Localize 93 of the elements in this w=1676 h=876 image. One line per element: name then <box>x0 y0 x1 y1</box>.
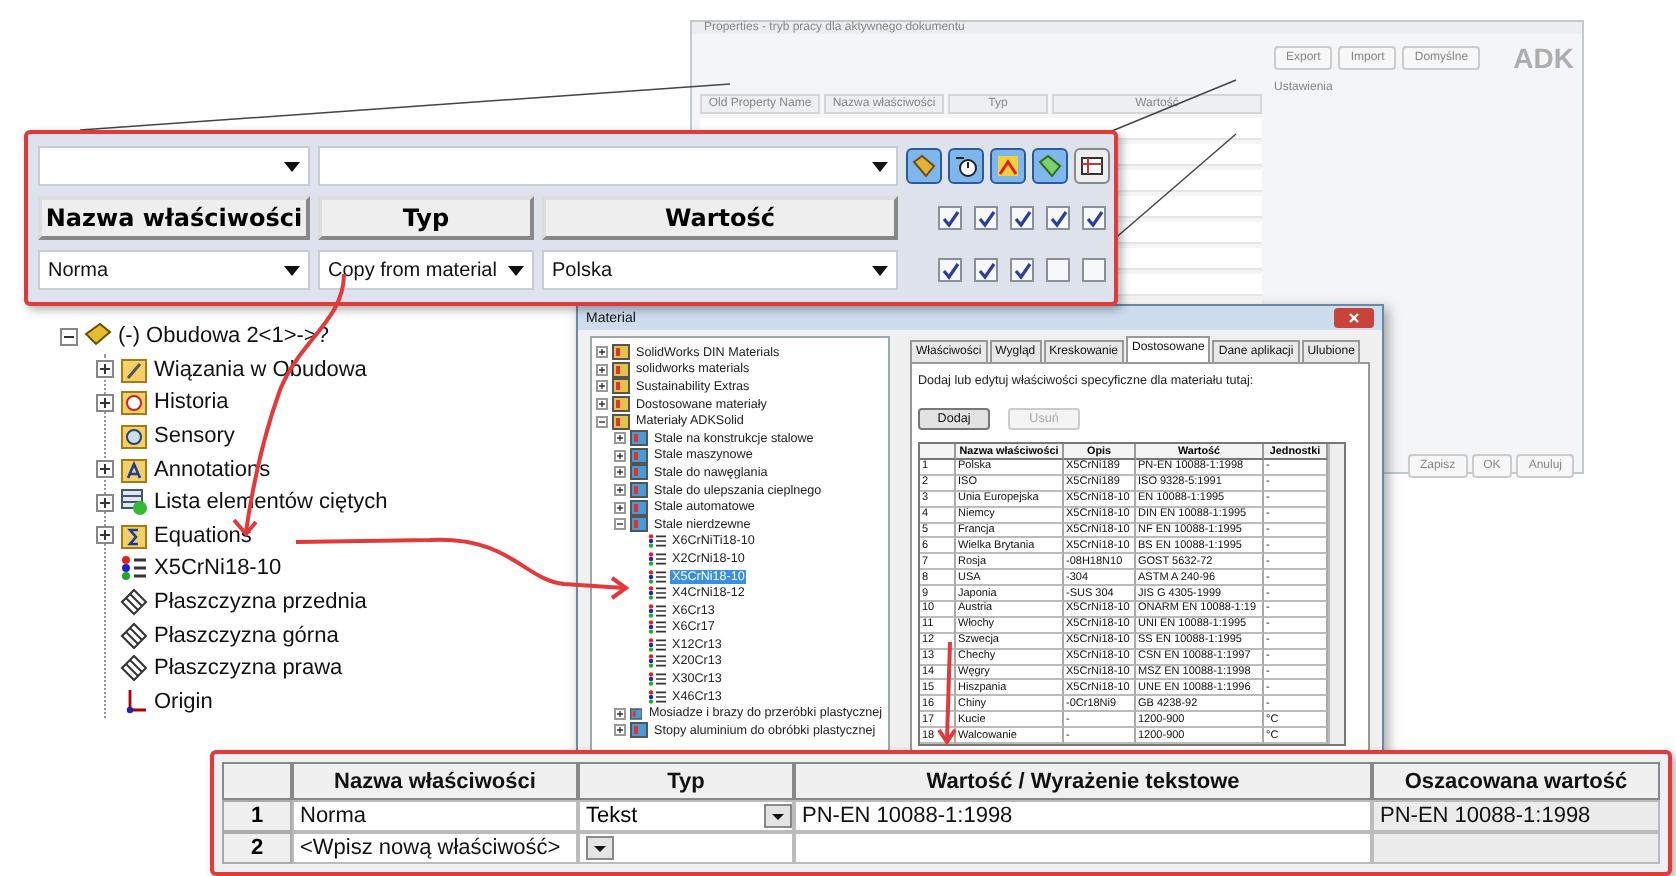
book-icon <box>630 499 648 516</box>
toolbar-button[interactable] <box>948 148 984 184</box>
book-icon <box>612 344 630 361</box>
expand-icon[interactable] <box>96 360 114 379</box>
checkbox[interactable] <box>938 258 962 282</box>
plane-icon <box>120 621 148 650</box>
gauge-folder-icon <box>120 422 148 451</box>
expand-icon[interactable] <box>596 346 608 359</box>
book-icon <box>612 378 630 395</box>
tag-icon <box>912 154 936 178</box>
book-icon <box>630 447 648 464</box>
expand-icon[interactable] <box>614 432 626 445</box>
expand-icon[interactable] <box>614 466 626 479</box>
value-dropdown[interactable]: Polska <box>542 250 898 290</box>
checkbox[interactable] <box>974 206 998 230</box>
checkbox[interactable] <box>1046 206 1070 230</box>
tree-item[interactable]: Equations <box>154 523 252 548</box>
checkbox[interactable] <box>974 258 998 282</box>
row-number: 2 <box>222 832 292 864</box>
expand-icon[interactable] <box>614 724 626 737</box>
arrow <box>937 641 957 746</box>
column-header: Wartość <box>542 196 898 240</box>
book-icon <box>630 722 648 739</box>
expand-icon[interactable] <box>596 363 608 376</box>
corner-cell <box>920 444 956 460</box>
tree-item[interactable]: Płaszczyzna przednia <box>154 590 367 615</box>
tree-item[interactable]: Płaszczyzna górna <box>154 623 339 648</box>
checkbox[interactable] <box>1010 258 1034 282</box>
checkbox[interactable] <box>1082 206 1106 230</box>
tree-item[interactable]: X5CrNi18-10 <box>154 556 282 581</box>
expand-icon[interactable] <box>596 380 608 393</box>
caret-icon <box>284 265 300 275</box>
sigma-folder-icon <box>120 521 148 550</box>
close-icon[interactable] <box>1334 308 1374 328</box>
book-icon <box>612 413 630 430</box>
expand-icon[interactable] <box>96 493 114 512</box>
new-property-field[interactable]: <Wpisz nową właściwość> <box>292 832 578 864</box>
expand-icon[interactable] <box>614 449 626 462</box>
dropdown-button[interactable] <box>586 836 614 860</box>
clock-icon <box>954 154 978 178</box>
checkbox[interactable] <box>1010 206 1034 230</box>
tree-item[interactable]: Sensory <box>154 424 235 449</box>
checkbox[interactable] <box>1082 258 1106 282</box>
material-icon <box>120 554 148 583</box>
paperclip-folder-icon <box>120 355 148 384</box>
row-number: 1 <box>222 800 292 832</box>
tree-item[interactable]: Płaszczyzna prawa <box>154 656 343 681</box>
plane-icon <box>120 588 148 617</box>
table-icon <box>1080 154 1104 178</box>
column-header: Nazwa właściwości <box>38 196 310 240</box>
logo: ADK <box>1513 42 1574 74</box>
expand-icon[interactable] <box>614 501 626 514</box>
column-header: Wartość / Wyrażenie tekstowe <box>794 762 1372 800</box>
dropdown-button[interactable] <box>764 804 792 828</box>
table-cell: PN-EN 10088-1:1998 <box>794 800 1372 832</box>
letter-folder-icon <box>120 455 148 484</box>
part-icon <box>84 322 112 351</box>
tree-item[interactable]: Origin <box>154 689 213 714</box>
expand-icon[interactable] <box>614 707 626 720</box>
expand-icon[interactable] <box>96 393 114 412</box>
type-dropdown[interactable]: Tekst <box>578 800 794 832</box>
column-header: Typ <box>318 196 534 240</box>
chart-icon <box>996 154 1020 178</box>
clock-folder-icon <box>120 388 148 417</box>
collapse-icon[interactable] <box>60 327 78 346</box>
plane-icon <box>120 654 148 683</box>
tree-item[interactable]: Historia <box>154 390 229 415</box>
book-icon <box>630 430 648 447</box>
book-icon <box>612 396 630 413</box>
book-icon <box>630 516 648 533</box>
book-icon <box>630 464 648 481</box>
caret-icon <box>284 161 300 171</box>
checkbox[interactable] <box>938 206 962 230</box>
column-header: Oszacowana wartość <box>1372 762 1660 800</box>
expand-icon[interactable] <box>96 460 114 479</box>
type-dropdown[interactable]: Copy from material <box>318 250 534 290</box>
tag-icon <box>1038 154 1062 178</box>
checkbox[interactable] <box>1046 258 1070 282</box>
list-icon <box>120 488 148 517</box>
name-dropdown[interactable]: Norma <box>38 250 310 290</box>
book-icon <box>612 361 630 378</box>
caret-icon <box>508 265 524 275</box>
expand-icon[interactable] <box>596 398 608 411</box>
expand-icon[interactable] <box>96 526 114 545</box>
table-cell: Norma <box>292 800 578 832</box>
scrollbar[interactable] <box>1328 444 1344 745</box>
table-cell: PN-EN 10088-1:1998 <box>1372 800 1660 832</box>
toolbar-button[interactable] <box>1074 148 1110 184</box>
column-header: Typ <box>578 762 794 800</box>
book-icon <box>630 482 648 499</box>
corner-cell <box>222 762 292 800</box>
expand-icon[interactable] <box>614 484 626 497</box>
column-header: Nazwa właściwości <box>292 762 578 800</box>
